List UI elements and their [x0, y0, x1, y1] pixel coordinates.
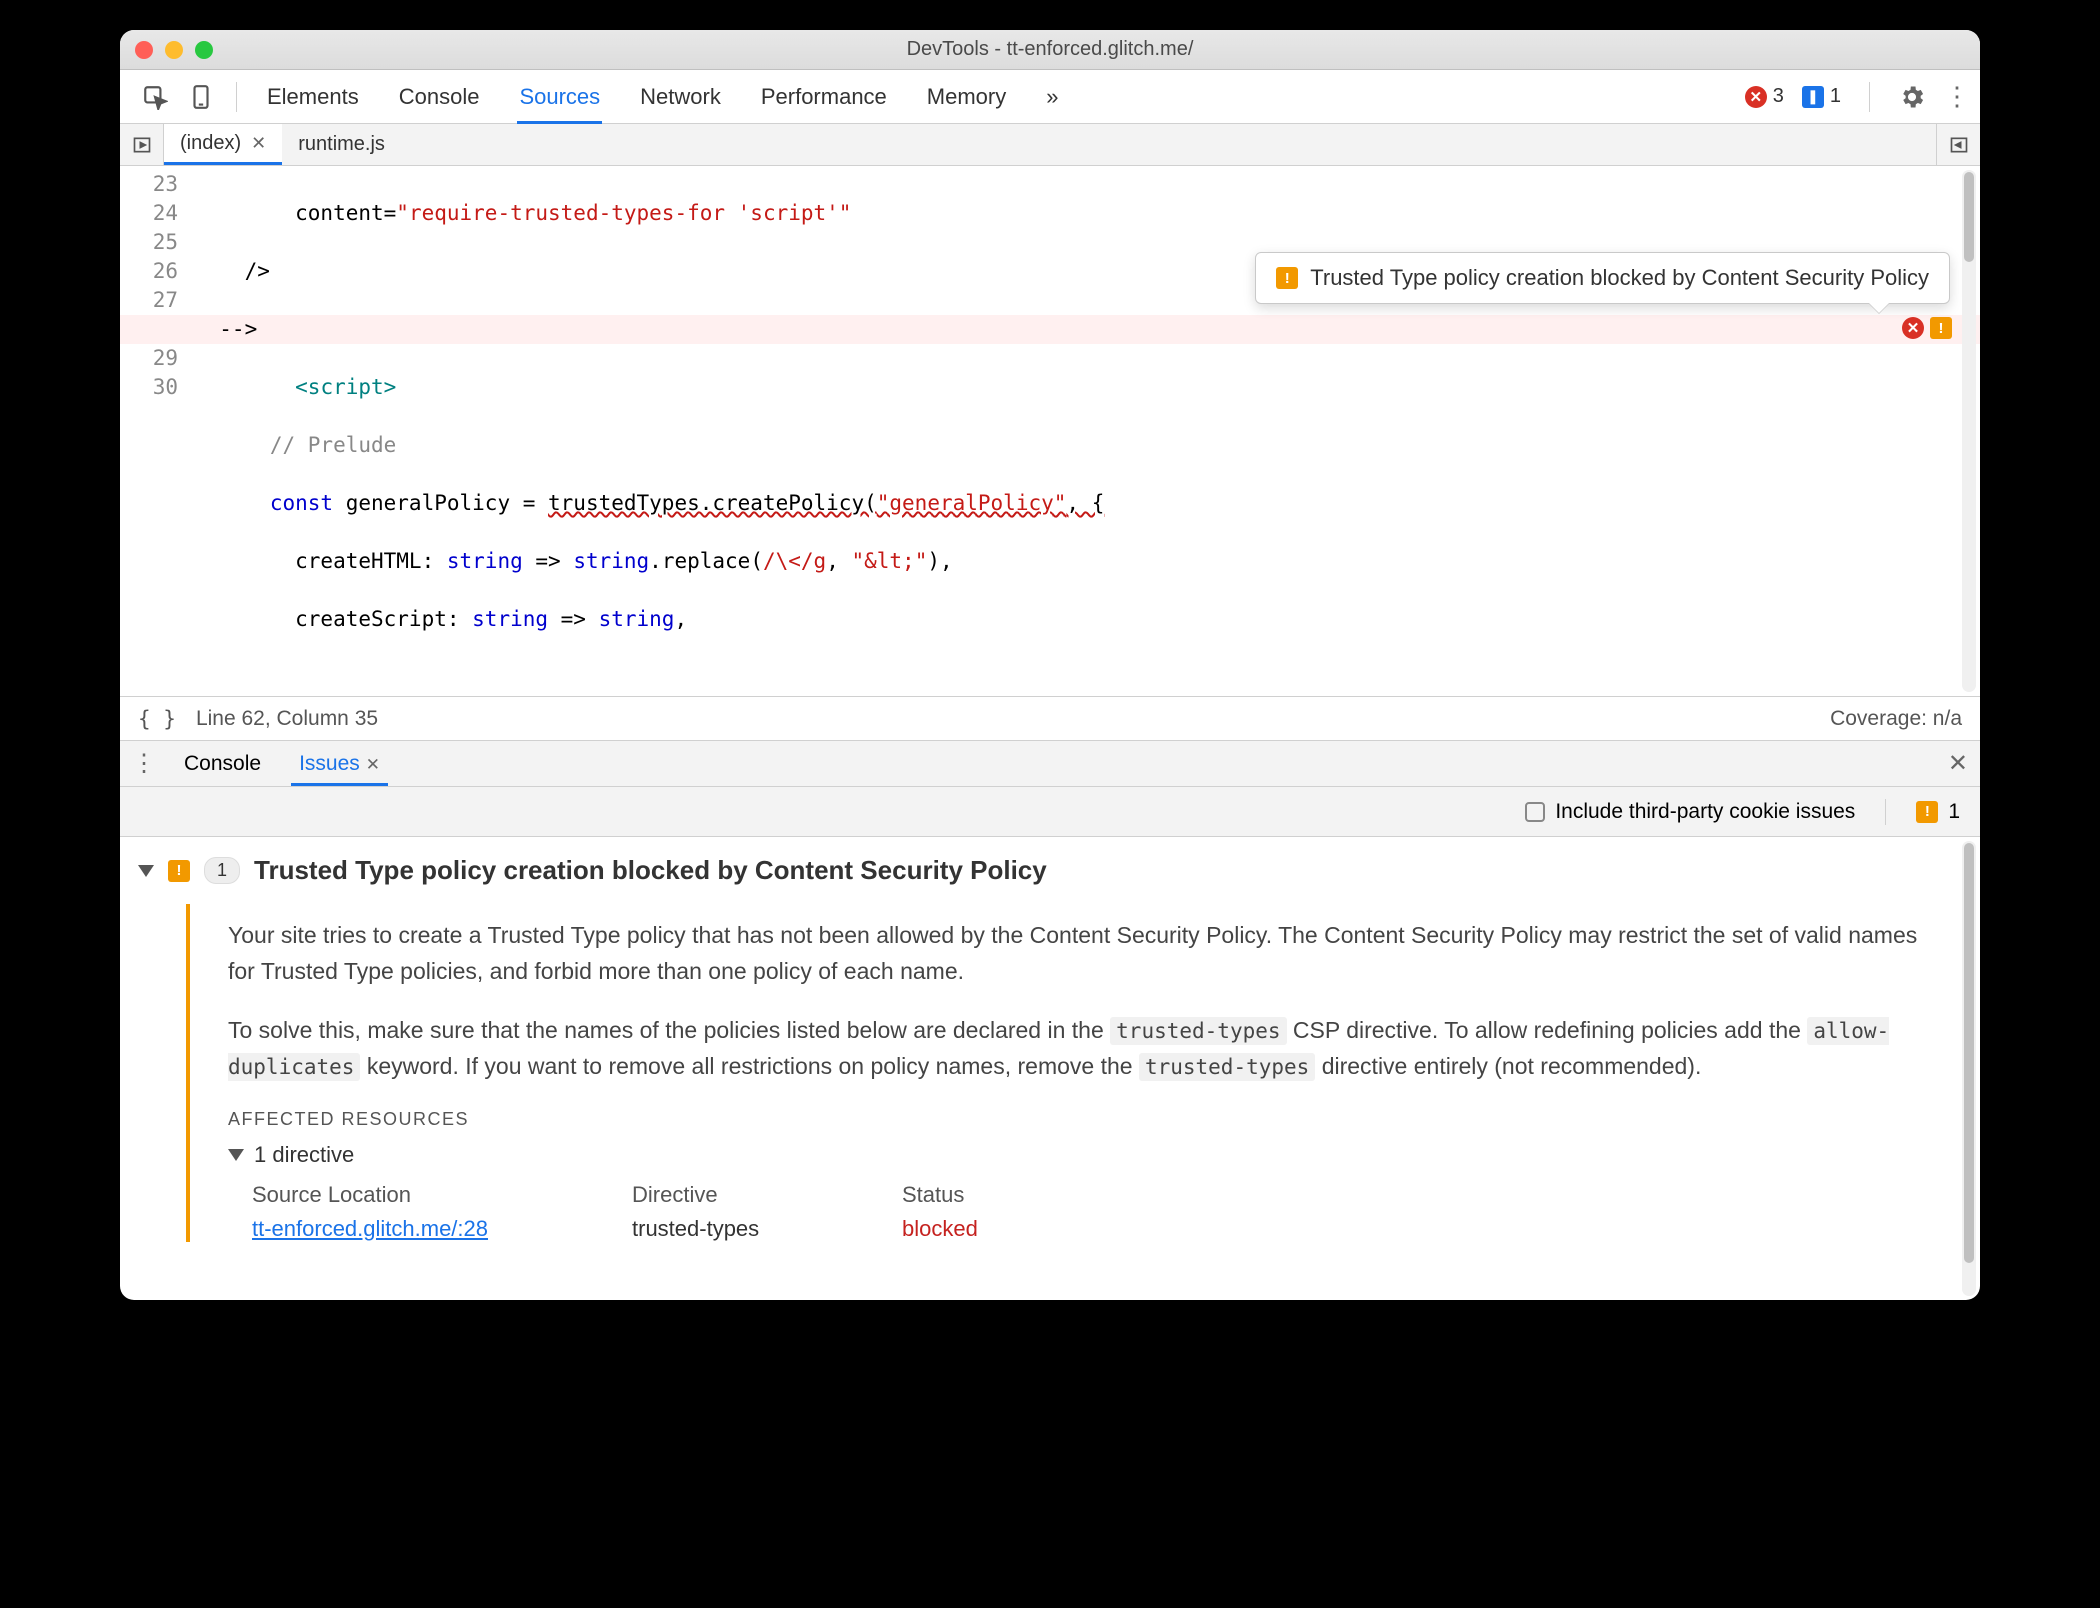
code-editor[interactable]: ✕ ! 23 24 25 26 27 28 29 30 content="req… — [120, 166, 1980, 697]
error-count: 3 — [1773, 85, 1784, 108]
error-inline-icon[interactable]: ✕ — [1902, 317, 1924, 339]
code-inline: trusted-types — [1110, 1017, 1286, 1045]
error-icon: ✕ — [1745, 86, 1767, 108]
issues-panel: ! 1 Trusted Type policy creation blocked… — [120, 837, 1980, 1300]
close-icon[interactable]: ✕ — [366, 755, 380, 774]
tab-console[interactable]: Console — [397, 70, 482, 124]
tab-network[interactable]: Network — [638, 70, 723, 124]
code-inline: trusted-types — [1139, 1053, 1315, 1081]
issue-detail: Your site tries to create a Trusted Type… — [186, 904, 1950, 1242]
separator — [1885, 799, 1886, 825]
issue-title: Trusted Type policy creation blocked by … — [254, 855, 1047, 886]
issues-toolbar: Include third-party cookie issues ! 1 — [120, 787, 1980, 837]
cursor-position: Line 62, Column 35 — [196, 707, 378, 731]
devtools-window: DevTools - tt-enforced.glitch.me/ Elemen… — [120, 30, 1980, 1300]
tabs-overflow[interactable]: » — [1044, 70, 1060, 124]
th-status: Status — [902, 1182, 1102, 1216]
directive-value: trusted-types — [632, 1216, 882, 1242]
warning-icon: ! — [168, 860, 190, 882]
debugger-pane-toggle-icon[interactable] — [1936, 124, 1980, 165]
message-count-badge[interactable]: ❚ 1 — [1802, 85, 1841, 108]
settings-icon[interactable] — [1898, 83, 1926, 111]
pretty-print-icon[interactable]: { } — [138, 707, 176, 731]
drawer-tabs: ⋮ Console Issues✕ ✕ — [120, 741, 1980, 787]
main-toolbar: Elements Console Sources Network Perform… — [120, 70, 1980, 124]
more-options-icon[interactable]: ⋮ — [1944, 81, 1970, 112]
message-count: 1 — [1830, 85, 1841, 108]
tooltip-text: Trusted Type policy creation blocked by … — [1310, 265, 1929, 291]
drawer-tab-issues[interactable]: Issues✕ — [291, 742, 388, 786]
warning-icon: ! — [1276, 267, 1298, 289]
chevron-down-icon[interactable] — [138, 865, 154, 877]
error-count-badge[interactable]: ✕ 3 — [1745, 85, 1784, 108]
issues-warning-badge[interactable]: ! 1 — [1916, 800, 1960, 824]
issue-header-row[interactable]: ! 1 Trusted Type policy creation blocked… — [138, 855, 1950, 886]
issue-count-pill: 1 — [204, 857, 240, 884]
close-icon[interactable]: ✕ — [251, 133, 266, 154]
message-icon: ❚ — [1802, 86, 1824, 108]
file-tab-index[interactable]: (index) ✕ — [164, 124, 282, 165]
checkbox-icon[interactable] — [1525, 802, 1545, 822]
directive-summary-row[interactable]: 1 directive — [228, 1142, 1950, 1168]
code-content[interactable]: content="require-trusted-types-for 'scri… — [190, 166, 1980, 696]
warning-inline-icon[interactable]: ! — [1930, 317, 1952, 339]
issue-description-1: Your site tries to create a Trusted Type… — [228, 918, 1950, 989]
coverage-status: Coverage: n/a — [1830, 707, 1962, 731]
inspect-element-icon[interactable] — [142, 84, 168, 110]
panel-tabs: Elements Console Sources Network Perform… — [265, 70, 1061, 124]
warning-icon: ! — [1916, 801, 1938, 823]
drawer-more-icon[interactable]: ⋮ — [132, 749, 156, 778]
drawer-tab-console[interactable]: Console — [176, 742, 269, 786]
editor-status-bar: { } Line 62, Column 35 Coverage: n/a — [120, 697, 1980, 741]
th-source: Source Location — [252, 1182, 612, 1216]
tab-memory[interactable]: Memory — [925, 70, 1008, 124]
affected-resources-table: Source Location Directive Status tt-enfo… — [252, 1182, 1950, 1242]
file-tab-runtime[interactable]: runtime.js — [282, 124, 401, 165]
issues-warn-count: 1 — [1948, 800, 1960, 824]
close-drawer-icon[interactable]: ✕ — [1948, 749, 1968, 778]
third-party-cookie-checkbox[interactable]: Include third-party cookie issues — [1525, 800, 1855, 824]
titlebar: DevTools - tt-enforced.glitch.me/ — [120, 30, 1980, 70]
separator — [236, 82, 237, 112]
tab-sources[interactable]: Sources — [517, 70, 602, 124]
separator — [1869, 82, 1870, 112]
chevron-down-icon[interactable] — [228, 1149, 244, 1161]
issue-tooltip: ! Trusted Type policy creation blocked b… — [1255, 252, 1950, 304]
tab-performance[interactable]: Performance — [759, 70, 889, 124]
th-directive: Directive — [632, 1182, 882, 1216]
issue-description-2: To solve this, make sure that the names … — [228, 1013, 1950, 1084]
navigator-toggle-icon[interactable] — [120, 124, 164, 165]
affected-resources-heading: AFFECTED RESOURCES — [228, 1109, 1950, 1130]
directive-summary: 1 directive — [254, 1142, 354, 1168]
status-value: blocked — [902, 1216, 1102, 1242]
issues-scrollbar[interactable] — [1962, 841, 1976, 1296]
device-toolbar-icon[interactable] — [188, 84, 214, 110]
window-title: DevTools - tt-enforced.glitch.me/ — [120, 38, 1980, 61]
line-gutter: 23 24 25 26 27 28 29 30 — [120, 166, 190, 696]
source-location-link[interactable]: tt-enforced.glitch.me/:28 — [252, 1216, 612, 1242]
file-tabs: (index) ✕ runtime.js — [120, 124, 1980, 166]
file-tab-label: (index) — [180, 132, 241, 155]
tab-elements[interactable]: Elements — [265, 70, 361, 124]
file-tab-label: runtime.js — [298, 133, 385, 156]
